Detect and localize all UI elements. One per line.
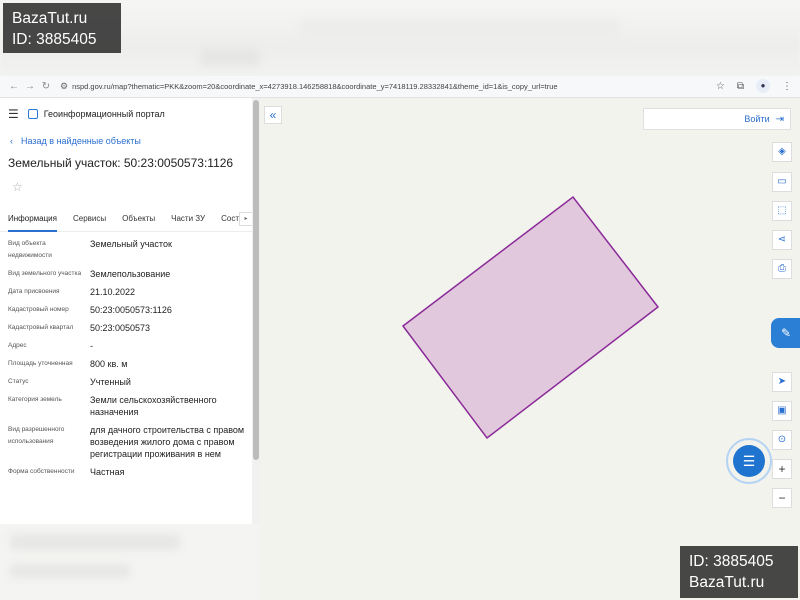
watermark-bottom-right: ID: 3885405 BazaTut.ru — [680, 546, 798, 598]
login-label: Войти — [744, 114, 770, 124]
ruler-icon[interactable]: ▭ — [772, 172, 792, 192]
watermark-site: BazaTut.ru — [12, 10, 88, 27]
chat-icon[interactable]: ☰ — [733, 445, 765, 477]
feedback-tab-icon[interactable]: ✎ — [771, 318, 800, 348]
login-button[interactable]: Войти ⇥ — [643, 108, 791, 130]
zoom-out-icon[interactable]: − — [772, 488, 792, 508]
watermark-id: ID: 3885405 — [689, 553, 774, 570]
share-icon[interactable]: ⋖ — [772, 230, 792, 250]
geolocation-icon[interactable]: ➤ — [772, 372, 792, 392]
zoom-in-icon[interactable]: + — [772, 459, 792, 479]
watermark-site: BazaTut.ru — [689, 574, 765, 591]
login-arrow-icon: ⇥ — [775, 113, 784, 125]
watermark-id: ID: 3885405 — [12, 31, 97, 48]
map-canvas[interactable] — [0, 0, 800, 600]
select-area-icon[interactable]: ⬚ — [772, 201, 792, 221]
watermark-top-left: BazaTut.ru ID: 3885405 — [3, 3, 121, 53]
collapse-panel-icon[interactable]: « — [264, 106, 282, 124]
print-icon[interactable]: ⎙ — [772, 259, 792, 279]
location-pin-icon[interactable]: ⊙ — [772, 430, 792, 450]
minimap-icon[interactable]: ▣ — [772, 401, 792, 421]
land-parcel-polygon[interactable] — [401, 195, 660, 440]
layers-icon[interactable]: ◈ — [772, 142, 792, 162]
